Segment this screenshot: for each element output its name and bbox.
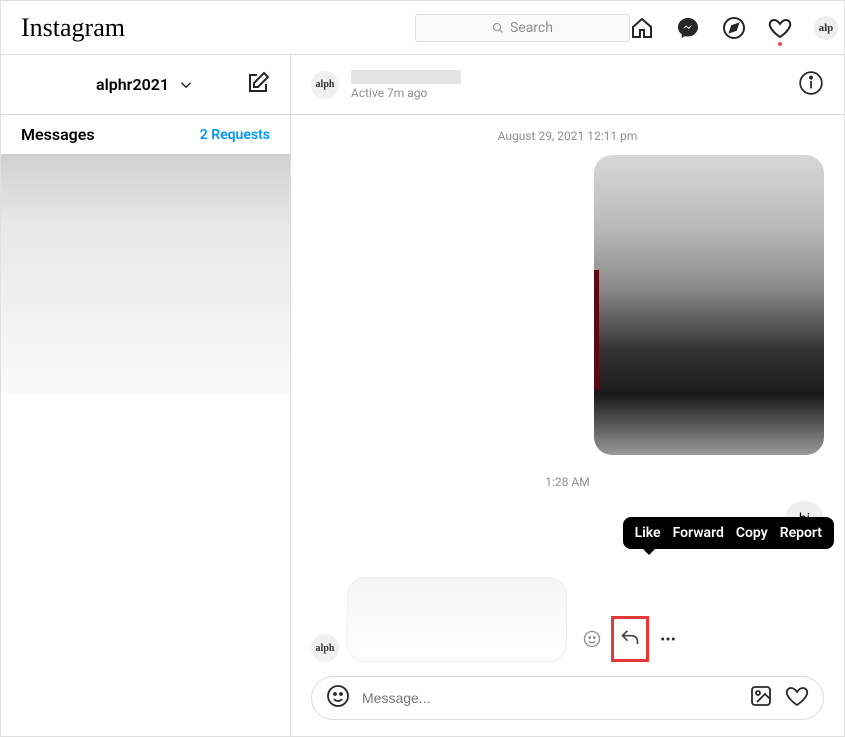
current-username: alphr2021 (96, 75, 169, 94)
tooltip-report[interactable]: Report (780, 525, 822, 541)
chat-active-status: Active 7m ago (351, 86, 461, 100)
tooltip-like[interactable]: Like (635, 525, 661, 541)
messages-heading: Messages (21, 125, 95, 144)
new-message-button[interactable] (246, 71, 270, 99)
search-icon (492, 22, 504, 34)
time-separator: 1:28 AM (311, 475, 824, 489)
add-photo-button[interactable] (749, 684, 773, 712)
tooltip-copy[interactable]: Copy (736, 525, 768, 541)
chat-contact-name (351, 70, 461, 84)
account-switcher[interactable]: alphr2021 (96, 75, 195, 94)
reply-button-highlight (611, 616, 649, 662)
top-nav: Instagram Search alp (1, 1, 844, 55)
incoming-message-avatar[interactable]: alph (311, 634, 339, 662)
profile-avatar[interactable]: alp (814, 16, 838, 40)
instagram-logo[interactable]: Instagram (21, 13, 125, 43)
emoji-picker-button[interactable] (326, 684, 350, 712)
outgoing-media-message[interactable] (594, 155, 824, 455)
react-button[interactable] (583, 630, 601, 648)
more-options-button[interactable] (659, 630, 677, 648)
notification-dot (778, 42, 782, 46)
conversation-thread[interactable] (1, 154, 290, 394)
search-placeholder: Search (510, 20, 553, 36)
activity-icon[interactable] (768, 16, 792, 40)
message-actions-tooltip: Like Forward Copy Report (623, 517, 834, 549)
tooltip-forward[interactable]: Forward (673, 525, 724, 541)
chat-panel: alph Active 7m ago August 29, 2021 12:11… (291, 55, 844, 736)
like-message-button[interactable] (785, 684, 809, 712)
incoming-card-message[interactable] (347, 577, 567, 662)
explore-icon[interactable] (722, 16, 746, 40)
chevron-down-icon (177, 76, 195, 94)
date-separator: August 29, 2021 12:11 pm (311, 129, 824, 143)
search-input[interactable]: Search (415, 14, 630, 42)
info-button[interactable] (798, 70, 824, 100)
messenger-icon[interactable] (676, 16, 700, 40)
home-icon[interactable] (630, 16, 654, 40)
sidebar: alphr2021 Messages 2 Requests (1, 55, 291, 736)
message-requests-link[interactable]: 2 Requests (200, 127, 270, 143)
reply-button[interactable] (620, 629, 640, 649)
chat-header-avatar[interactable]: alph (311, 71, 339, 99)
message-composer (311, 676, 824, 720)
message-input[interactable] (362, 690, 737, 706)
